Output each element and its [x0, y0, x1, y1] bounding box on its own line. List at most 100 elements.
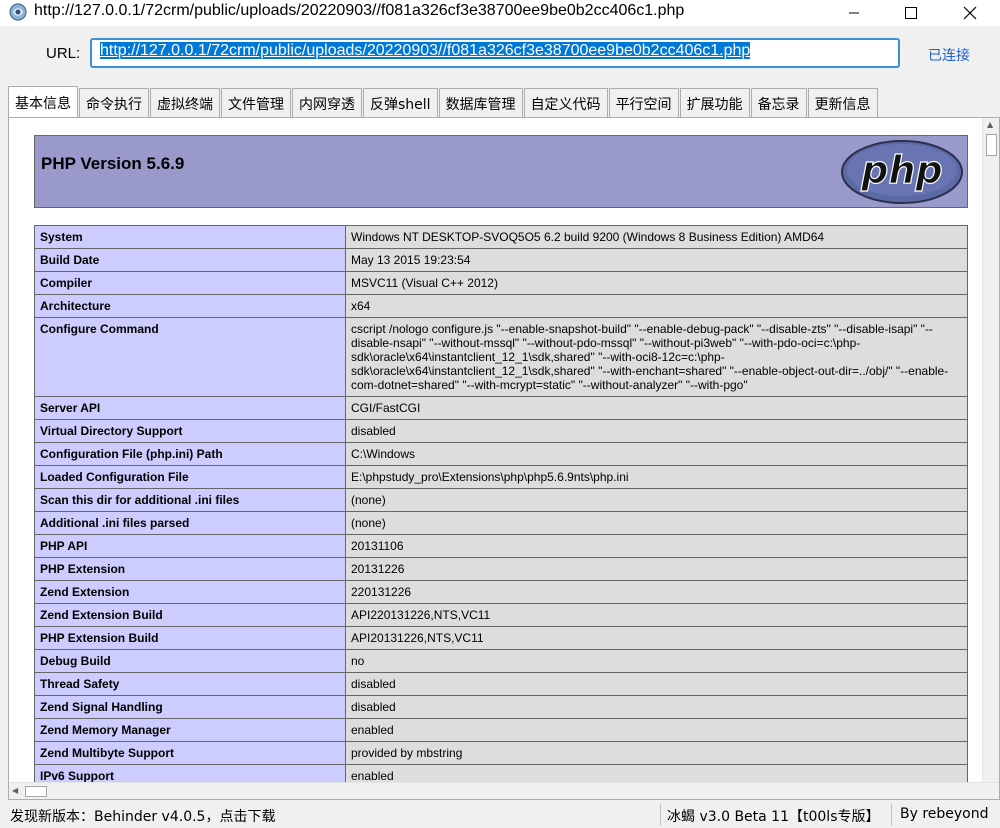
tab-10[interactable]: 备忘录 [750, 88, 807, 118]
tab-11[interactable]: 更新信息 [807, 88, 878, 118]
php-version-title: PHP Version 5.6.9 [41, 154, 185, 173]
scroll-left-icon[interactable]: ◀ [12, 786, 18, 795]
row-key: Thread Safety [34, 672, 346, 696]
title-bar: http://127.0.0.1/72crm/public/uploads/20… [0, 0, 1000, 26]
row-key: Additional .ini files parsed [34, 511, 346, 535]
vertical-scroll-thumb[interactable] [986, 134, 997, 156]
row-value: E:\phpstudy_pro\Extensions\php\php5.6.9n… [345, 465, 968, 489]
status-bar: 发现新版本：Behinder v4.0.5，点击下载 冰蝎 v3.0 Beta … [0, 800, 1000, 828]
window-title: http://127.0.0.1/72crm/public/uploads/20… [34, 2, 685, 19]
row-value: Windows NT DESKTOP-SVOQ5O5 6.2 build 920… [345, 225, 968, 249]
row-key: PHP Extension [34, 557, 346, 581]
url-bar: URL: http://127.0.0.1/72crm/public/uploa… [0, 26, 1000, 84]
row-key: Zend Extension [34, 580, 346, 604]
horizontal-scroll-thumb[interactable] [25, 786, 47, 797]
row-key: Configure Command [34, 317, 346, 397]
app-icon [9, 3, 27, 21]
tab-bar: 基本信息 命令执行 虚拟终端 文件管理 内网穿透 反弹shell 数据库管理 自定义代码 平行空… [8, 86, 879, 118]
row-value: disabled [345, 672, 968, 696]
row-key: Architecture [34, 294, 346, 318]
table-row: PHP Extension Build API20131226,NTS,VC11 [34, 626, 968, 650]
row-value: x64 [345, 294, 968, 318]
tab-8[interactable]: 平行空间 [608, 88, 679, 118]
table-row: Virtual Directory Support disabled [34, 419, 968, 443]
update-notice[interactable]: 发现新版本：Behinder v4.0.5，点击下载 [10, 806, 275, 826]
table-row: Build Date May 13 2015 19:23:54 [34, 248, 968, 272]
row-key: Configuration File (php.ini) Path [34, 442, 346, 466]
row-value: May 13 2015 19:23:54 [345, 248, 968, 272]
table-row: PHP API 20131106 [34, 534, 968, 558]
row-value: CGI/FastCGI [345, 396, 968, 420]
row-value: no [345, 649, 968, 673]
url-input[interactable]: http://127.0.0.1/72crm/public/uploads/20… [90, 38, 900, 68]
tab-6[interactable]: 数据库管理 [438, 88, 523, 118]
row-key: System [34, 225, 346, 249]
tab-0[interactable]: 基本信息 [8, 86, 78, 118]
table-row: Architecture x64 [34, 294, 968, 318]
row-key: Zend Multibyte Support [34, 741, 346, 765]
row-value: 20131226 [345, 557, 968, 581]
scroll-up-icon[interactable]: ▲ [987, 120, 993, 129]
row-key: Zend Memory Manager [34, 718, 346, 742]
tab-5[interactable]: 反弹shell [363, 88, 438, 118]
row-key: Server API [34, 396, 346, 420]
row-key: Loaded Configuration File [34, 465, 346, 489]
table-row: Loaded Configuration File E:\phpstudy_pro… [34, 465, 968, 489]
horizontal-scrollbar[interactable]: ◀ [9, 782, 999, 799]
maximize-button[interactable] [883, 0, 939, 26]
row-value: cscript /nologo configure.js "--enable-s… [345, 317, 968, 397]
row-value: 20131106 [345, 534, 968, 558]
minimize-button[interactable] [826, 0, 882, 26]
connection-status: 已连接 [928, 48, 970, 64]
row-value: MSVC11 (Visual C++ 2012) [345, 271, 968, 295]
row-key: PHP Extension Build [34, 626, 346, 650]
row-value: (none) [345, 511, 968, 535]
table-row: Zend Memory Manager enabled [34, 718, 968, 742]
table-row: Zend Multibyte Support provided by mbstri… [34, 741, 968, 765]
table-row: Debug Build no [34, 649, 968, 673]
vertical-scrollbar[interactable]: ▲ [982, 118, 999, 782]
row-value: (none) [345, 488, 968, 512]
php-logo-text: php [860, 148, 942, 192]
row-key: Compiler [34, 271, 346, 295]
table-row: Configure Command cscript /nologo configu… [34, 317, 968, 397]
table-row: Thread Safety disabled [34, 672, 968, 696]
table-row: Additional .ini files parsed (none) [34, 511, 968, 535]
row-key: Zend Extension Build [34, 603, 346, 627]
tab-9[interactable]: 扩展功能 [679, 88, 750, 118]
url-value: http://127.0.0.1/72crm/public/uploads/20… [100, 42, 751, 59]
row-value: disabled [345, 419, 968, 443]
row-key: PHP API [34, 534, 346, 558]
table-row: Zend Extension 220131226 [34, 580, 968, 604]
version-label: 冰蝎 v3.0 Beta 11【t00ls专版】 [660, 804, 880, 826]
url-label: URL: [46, 45, 81, 62]
row-value: C:\Windows [345, 442, 968, 466]
table-row: Zend Extension Build API220131226,NTS,VC1… [34, 603, 968, 627]
tab-3[interactable]: 文件管理 [221, 88, 291, 118]
tab-1[interactable]: 命令执行 [79, 88, 149, 118]
table-row: Compiler MSVC11 (Visual C++ 2012) [34, 271, 968, 295]
tab-2[interactable]: 虚拟终端 [150, 88, 220, 118]
close-button[interactable] [942, 0, 998, 26]
table-row: Scan this dir for additional .ini files(… [34, 488, 968, 512]
row-key: Build Date [34, 248, 346, 272]
tab-7[interactable]: 自定义代码 [523, 88, 608, 118]
row-value: disabled [345, 695, 968, 719]
content-pane: PHP Version 5.6.9 php System Windows NT D… [8, 117, 1000, 800]
table-row: Configuration File (php.ini) Path C:\Wind… [34, 442, 968, 466]
row-value: API20131226,NTS,VC11 [345, 626, 968, 650]
row-value: enabled [345, 718, 968, 742]
row-value: 220131226 [345, 580, 968, 604]
table-row: PHP Extension 20131226 [34, 557, 968, 581]
close-icon [963, 6, 977, 20]
php-info-table: System Windows NT DESKTOP-SVOQ5O5 6.2 bui… [34, 225, 968, 788]
row-key: Scan this dir for additional .ini files [34, 488, 346, 512]
php-header: PHP Version 5.6.9 php [34, 135, 968, 208]
minimize-icon [849, 12, 859, 14]
maximize-icon [905, 7, 917, 19]
row-key: Virtual Directory Support [34, 419, 346, 443]
row-key: Zend Signal Handling [34, 695, 346, 719]
tab-4[interactable]: 内网穿透 [292, 88, 362, 118]
php-logo: php [841, 140, 963, 204]
row-value: API220131226,NTS,VC11 [345, 603, 968, 627]
